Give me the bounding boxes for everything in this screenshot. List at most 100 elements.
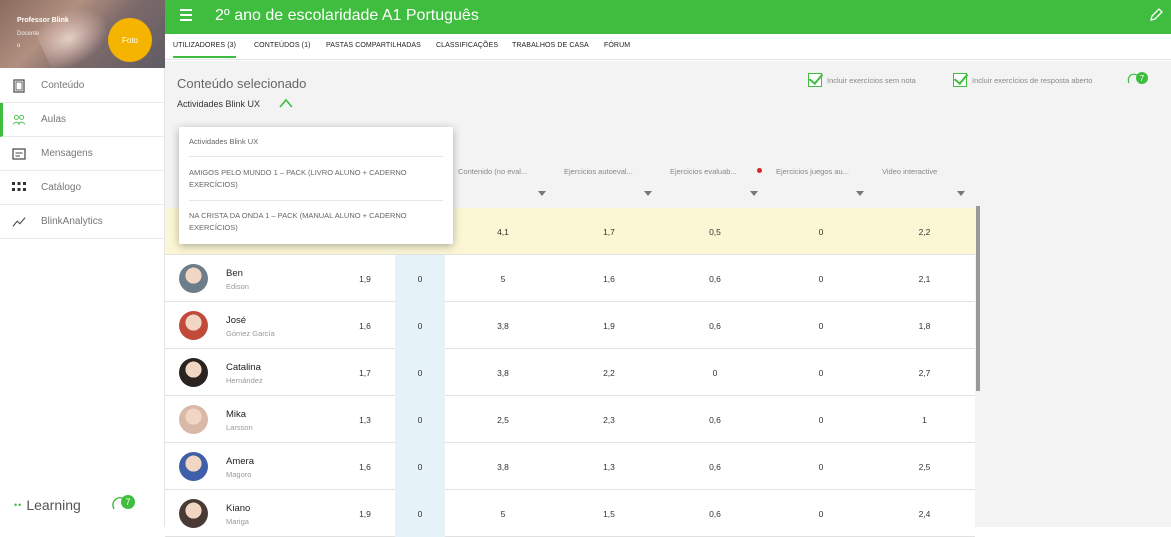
profile-background bbox=[31, 0, 119, 68]
cell-value: 0 bbox=[818, 367, 824, 378]
tab-pastas-compartilhadas[interactable]: PASTAS COMPARTILHADAS bbox=[326, 42, 421, 49]
checkbox[interactable] bbox=[953, 73, 967, 87]
chevron-up-icon[interactable] bbox=[278, 96, 294, 108]
divider bbox=[189, 156, 443, 157]
caret-down-icon[interactable] bbox=[957, 191, 965, 196]
cell-value: 4,1 bbox=[497, 226, 509, 237]
help-count: 7 bbox=[125, 497, 130, 507]
student-first-name[interactable]: Kiano bbox=[226, 503, 250, 514]
sidebar: Professor Blink Docente o Foto Conteúdo … bbox=[0, 0, 165, 527]
profile-header[interactable]: Professor Blink Docente o Foto bbox=[0, 0, 165, 68]
student-first-name[interactable]: Mika bbox=[226, 409, 246, 420]
cell-value: 1,5 bbox=[603, 508, 615, 519]
scrollbar[interactable] bbox=[976, 206, 980, 391]
profile-name: Professor Blink bbox=[17, 17, 69, 24]
cell-value: 0 bbox=[818, 320, 824, 331]
student-last-name: Mariga bbox=[226, 517, 249, 526]
dropdown-item[interactable]: Actividades Blink UX bbox=[189, 136, 443, 148]
cell-value: 2,2 bbox=[918, 226, 931, 237]
caret-down-icon[interactable] bbox=[856, 191, 864, 196]
profile-role: Docente bbox=[17, 31, 40, 37]
table-row[interactable]: Mika Larsson 1,3 0 2,5 2,3 0,6 0 1 bbox=[165, 396, 975, 443]
sidebar-item-label: Aulas bbox=[41, 114, 67, 125]
sidebar-item-label: Conteúdo bbox=[41, 80, 85, 91]
cell-value: 1,3 bbox=[603, 461, 615, 472]
tab-classificacoes[interactable]: CLASSIFICAÇÕES bbox=[436, 42, 498, 49]
brand-name: Learning bbox=[26, 497, 81, 513]
sidebar-item-label: BlinkAnalytics bbox=[41, 216, 103, 227]
tab-trabalhos-de-casa[interactable]: TRABALHOS DE CASA bbox=[512, 42, 589, 49]
cell-value: 5 bbox=[500, 273, 506, 284]
cell-value: 2,7 bbox=[918, 367, 931, 378]
cell-value: 3,8 bbox=[497, 320, 509, 331]
student-first-name[interactable]: Amera bbox=[226, 456, 254, 467]
cell-value: 2,5 bbox=[497, 414, 509, 425]
table-row[interactable]: José Gómez García 1,6 0 3,8 1,9 0,6 0 1,8 bbox=[165, 302, 975, 349]
column-header[interactable]: Ejercicios evaluab... bbox=[662, 158, 768, 208]
option-sem-nota[interactable]: Incluir exercícios sem nota bbox=[808, 73, 916, 87]
column-header[interactable]: Ejercicios autoeval... bbox=[556, 158, 662, 208]
hamburger-menu-icon[interactable] bbox=[180, 9, 192, 21]
table-row[interactable]: Kiano Mariga 1,9 0 5 1,5 0,6 0 2,4 bbox=[165, 490, 975, 537]
help-chat-button[interactable]: 7 bbox=[1127, 71, 1149, 87]
student-first-name[interactable]: Ben bbox=[226, 268, 243, 279]
avatar bbox=[179, 311, 208, 340]
cell-average: 1,7 bbox=[359, 367, 371, 378]
tab-forum[interactable]: FÓRUM bbox=[604, 42, 630, 49]
caret-down-icon[interactable] bbox=[750, 191, 758, 196]
sidebar-item-label: Mensagens bbox=[41, 148, 93, 159]
cell-value: 1 bbox=[922, 414, 927, 425]
caret-down-icon[interactable] bbox=[538, 191, 546, 196]
cell-value: 0 bbox=[395, 490, 445, 537]
cell-value: 5 bbox=[500, 508, 506, 519]
table-row[interactable]: Ben Edison 1,9 0 5 1,6 0,6 0 2,1 bbox=[165, 255, 975, 302]
sidebar-item-aulas[interactable]: Aulas bbox=[0, 103, 165, 137]
sidebar-item-catalogo[interactable]: Catálogo bbox=[0, 171, 165, 205]
cell-value: 0,6 bbox=[709, 320, 721, 331]
help-count: 7 bbox=[1140, 74, 1145, 83]
dropdown-item[interactable]: AMIGOS PELO MUNDO 1 – PACK (LIVRO ALUNO … bbox=[189, 167, 443, 191]
sidebar-item-mensagens[interactable]: Mensagens bbox=[0, 137, 165, 171]
table-row[interactable]: Amera Magoro 1,6 0 3,8 1,3 0,6 0 2,5 bbox=[165, 443, 975, 490]
content-selector[interactable]: Actividades Blink UX bbox=[177, 99, 260, 109]
cell-value: 1,8 bbox=[918, 320, 931, 331]
column-header[interactable]: Contenido (no eval... bbox=[450, 158, 556, 208]
avatar[interactable]: Foto bbox=[108, 18, 152, 62]
table-row[interactable]: Catalina Hernández 1,7 0 3,8 2,2 0 0 2,7 bbox=[165, 349, 975, 396]
divider bbox=[189, 200, 443, 201]
cell-value: 0 bbox=[395, 349, 445, 396]
checkbox[interactable] bbox=[808, 73, 822, 87]
student-first-name[interactable]: Catalina bbox=[226, 362, 261, 373]
cell-value: 0,6 bbox=[709, 508, 721, 519]
avatar bbox=[179, 452, 208, 481]
cell-value: 2,5 bbox=[918, 461, 931, 472]
help-chat-button[interactable]: 7 bbox=[111, 494, 137, 514]
cell-average: 1,3 bbox=[359, 414, 371, 425]
cell-value: 0,5 bbox=[709, 226, 721, 237]
page-icon bbox=[12, 78, 26, 93]
sidebar-item-blinkanalytics[interactable]: BlinkAnalytics bbox=[0, 205, 165, 239]
column-header-label: Contenido (no eval... bbox=[458, 167, 528, 176]
dropdown-item[interactable]: NA CRISTA DA ONDA 1 – PACK (MANUAL ALUNO… bbox=[189, 210, 443, 234]
cell-value: 2,4 bbox=[918, 508, 931, 519]
column-header[interactable]: Ejercicios juegos au... bbox=[768, 158, 874, 208]
grid-icon bbox=[12, 181, 26, 195]
option-resposta-aberto[interactable]: Incluir exercícios de resposta aberto bbox=[953, 73, 1092, 87]
pencil-icon[interactable] bbox=[1149, 8, 1163, 25]
student-last-name: Edison bbox=[226, 282, 249, 291]
student-last-name: Magoro bbox=[226, 470, 252, 479]
tab-utilizadores[interactable]: UTILIZADORES (3) bbox=[173, 42, 237, 58]
message-icon bbox=[12, 147, 26, 161]
cell-value: 0 bbox=[712, 367, 718, 378]
cell-value: 0 bbox=[818, 461, 824, 472]
tab-conteudos[interactable]: CONTEÚDOS (1) bbox=[254, 42, 311, 49]
column-header[interactable]: Video interactive bbox=[874, 158, 975, 208]
caret-down-icon[interactable] bbox=[644, 191, 652, 196]
brand-logo: •• Learning bbox=[14, 497, 81, 513]
cell-value: 0 bbox=[395, 302, 445, 349]
top-bar: 2º ano de escolaridade A1 Português bbox=[165, 0, 1171, 34]
student-first-name[interactable]: José bbox=[226, 315, 246, 326]
cell-average: 1,9 bbox=[359, 273, 371, 284]
group-icon bbox=[12, 113, 26, 127]
sidebar-item-conteudo[interactable]: Conteúdo bbox=[0, 69, 165, 103]
